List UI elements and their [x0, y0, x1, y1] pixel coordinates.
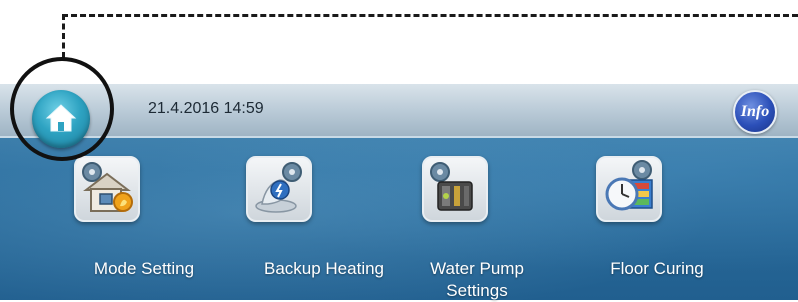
home-highlight-ring: [10, 57, 114, 161]
water-pump-label-line2: Settings: [446, 281, 508, 300]
backup-heating-icon: [255, 162, 302, 213]
water-pump-settings-button[interactable]: [422, 156, 488, 222]
floor-curing-label: Floor Curing: [610, 259, 704, 278]
mode-setting-icon: [82, 162, 133, 212]
floor-curing-button[interactable]: [596, 156, 662, 222]
info-icon: Info: [740, 103, 770, 120]
callout-dashed-line: [62, 14, 798, 17]
floor-curing-icon: [605, 160, 653, 211]
mode-setting-button[interactable]: [74, 156, 140, 222]
water-pump-label-line1: Water Pump: [430, 259, 524, 278]
mode-setting-label: Mode Setting: [93, 259, 195, 278]
backup-heating-label: Backup Heating: [263, 259, 385, 278]
callout-dashed-connector: [62, 14, 65, 58]
datetime: 21.4.2016 14:59: [148, 100, 264, 117]
water-pump-icon: [430, 162, 473, 211]
backup-heating-button[interactable]: [246, 156, 312, 222]
water-pump-label: Water Pump Settings: [407, 258, 547, 302]
status-bar: 21.4.2016 14:59 Info: [0, 84, 798, 138]
info-button[interactable]: Info: [733, 90, 777, 134]
